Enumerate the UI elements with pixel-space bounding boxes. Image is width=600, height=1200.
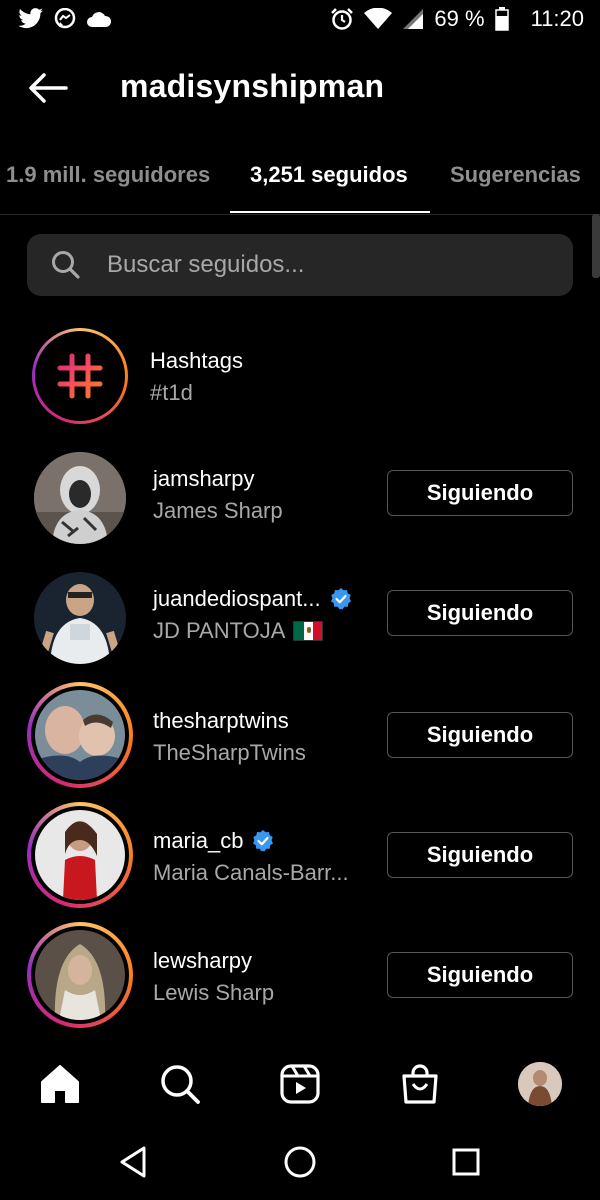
avatar-photo <box>35 690 125 780</box>
avatar-photo <box>34 452 126 544</box>
following-button[interactable]: Siguiendo <box>387 590 573 636</box>
system-navigation-bar <box>0 1120 600 1200</box>
cloud-icon <box>87 12 112 27</box>
home-circle-icon[interactable] <box>280 1142 320 1182</box>
search-field[interactable]: Buscar seguidos... <box>27 234 573 296</box>
tab-bar: 1.9 mill. seguidores 3,251 seguidos Suge… <box>0 148 600 215</box>
bottom-navigation <box>0 1048 600 1120</box>
battery-icon <box>494 7 509 31</box>
username: jamsharpy <box>153 466 255 491</box>
username: lewsharpy <box>153 948 253 973</box>
list-item[interactable]: jamsharpy James Sharp Siguiendo <box>0 448 600 568</box>
battery-percentage: 69 % <box>434 6 485 31</box>
reels-icon[interactable] <box>278 1062 322 1106</box>
full-name: TheSharpTwins <box>153 740 306 765</box>
following-button[interactable]: Siguiendo <box>387 470 573 516</box>
hashtag-ring <box>32 328 128 424</box>
hashtags-title: Hashtags <box>150 348 243 373</box>
avatar-photo <box>35 810 125 900</box>
hashtags-subtitle: #t1d <box>150 380 193 405</box>
verified-badge-icon <box>330 588 351 610</box>
scrollbar[interactable] <box>592 214 600 278</box>
full-name: Lewis Sharp <box>153 980 275 1005</box>
mexico-flag-icon <box>293 621 324 641</box>
recents-square-icon[interactable] <box>446 1142 486 1182</box>
avatar-photo <box>34 572 126 664</box>
signal-icon <box>403 9 424 29</box>
list-item[interactable]: juandediospant... JD PANTOJA Siguiendo <box>0 568 600 688</box>
hashtag-icon <box>57 353 103 399</box>
hashtags-row[interactable]: Hashtags #t1d <box>0 328 600 448</box>
status-bar: 69 % 11:20 <box>0 0 600 42</box>
list-item[interactable]: thesharptwins TheSharpTwins Siguiendo <box>0 682 600 802</box>
avatar-story-ring[interactable] <box>27 682 133 788</box>
alarm-icon <box>331 8 354 30</box>
status-left <box>18 8 112 30</box>
clock: 11:20 <box>530 6 584 31</box>
username: juandediospant... <box>153 586 353 612</box>
home-icon[interactable] <box>38 1062 82 1106</box>
page-title: madisynshipman <box>120 68 385 104</box>
wifi-icon <box>364 8 393 29</box>
avatar[interactable] <box>30 448 130 548</box>
list-item[interactable]: maria_cb Maria Canals-Barr... Siguiendo <box>0 802 600 922</box>
username: thesharptwins <box>153 708 289 733</box>
following-button[interactable]: Siguiendo <box>387 832 573 878</box>
avatar-photo <box>518 1062 562 1106</box>
tab-following[interactable]: 3,251 seguidos <box>250 162 408 188</box>
search-placeholder: Buscar seguidos... <box>107 251 305 278</box>
shop-icon[interactable] <box>398 1062 442 1106</box>
avatar[interactable] <box>30 568 130 668</box>
messenger-icon <box>54 8 76 29</box>
avatar-story-ring[interactable] <box>27 922 133 1028</box>
full-name: JD PANTOJA <box>153 618 324 644</box>
search-icon <box>52 251 80 279</box>
following-button[interactable]: Siguiendo <box>387 712 573 758</box>
back-triangle-icon[interactable] <box>114 1142 154 1182</box>
following-button[interactable]: Siguiendo <box>387 952 573 998</box>
twitter-icon <box>18 8 43 29</box>
full-name: James Sharp <box>153 498 283 523</box>
list-item[interactable]: lewsharpy Lewis Sharp Siguiendo <box>0 922 600 1042</box>
avatar-story-ring[interactable] <box>27 802 133 908</box>
status-right: 69 % 11:20 <box>330 6 584 32</box>
back-arrow-icon[interactable] <box>26 66 70 110</box>
app-header: madisynshipman <box>0 50 600 126</box>
tab-followers[interactable]: 1.9 mill. seguidores <box>6 162 210 188</box>
tab-suggestions[interactable]: Sugerencias <box>450 162 581 188</box>
search-icon[interactable] <box>158 1062 202 1106</box>
active-tab-indicator <box>230 211 430 213</box>
full-name: Maria Canals-Barr... <box>153 860 349 885</box>
verified-badge-icon <box>253 830 274 852</box>
avatar-photo <box>35 930 125 1020</box>
username: maria_cb <box>153 828 275 854</box>
profile-avatar[interactable] <box>518 1062 562 1106</box>
